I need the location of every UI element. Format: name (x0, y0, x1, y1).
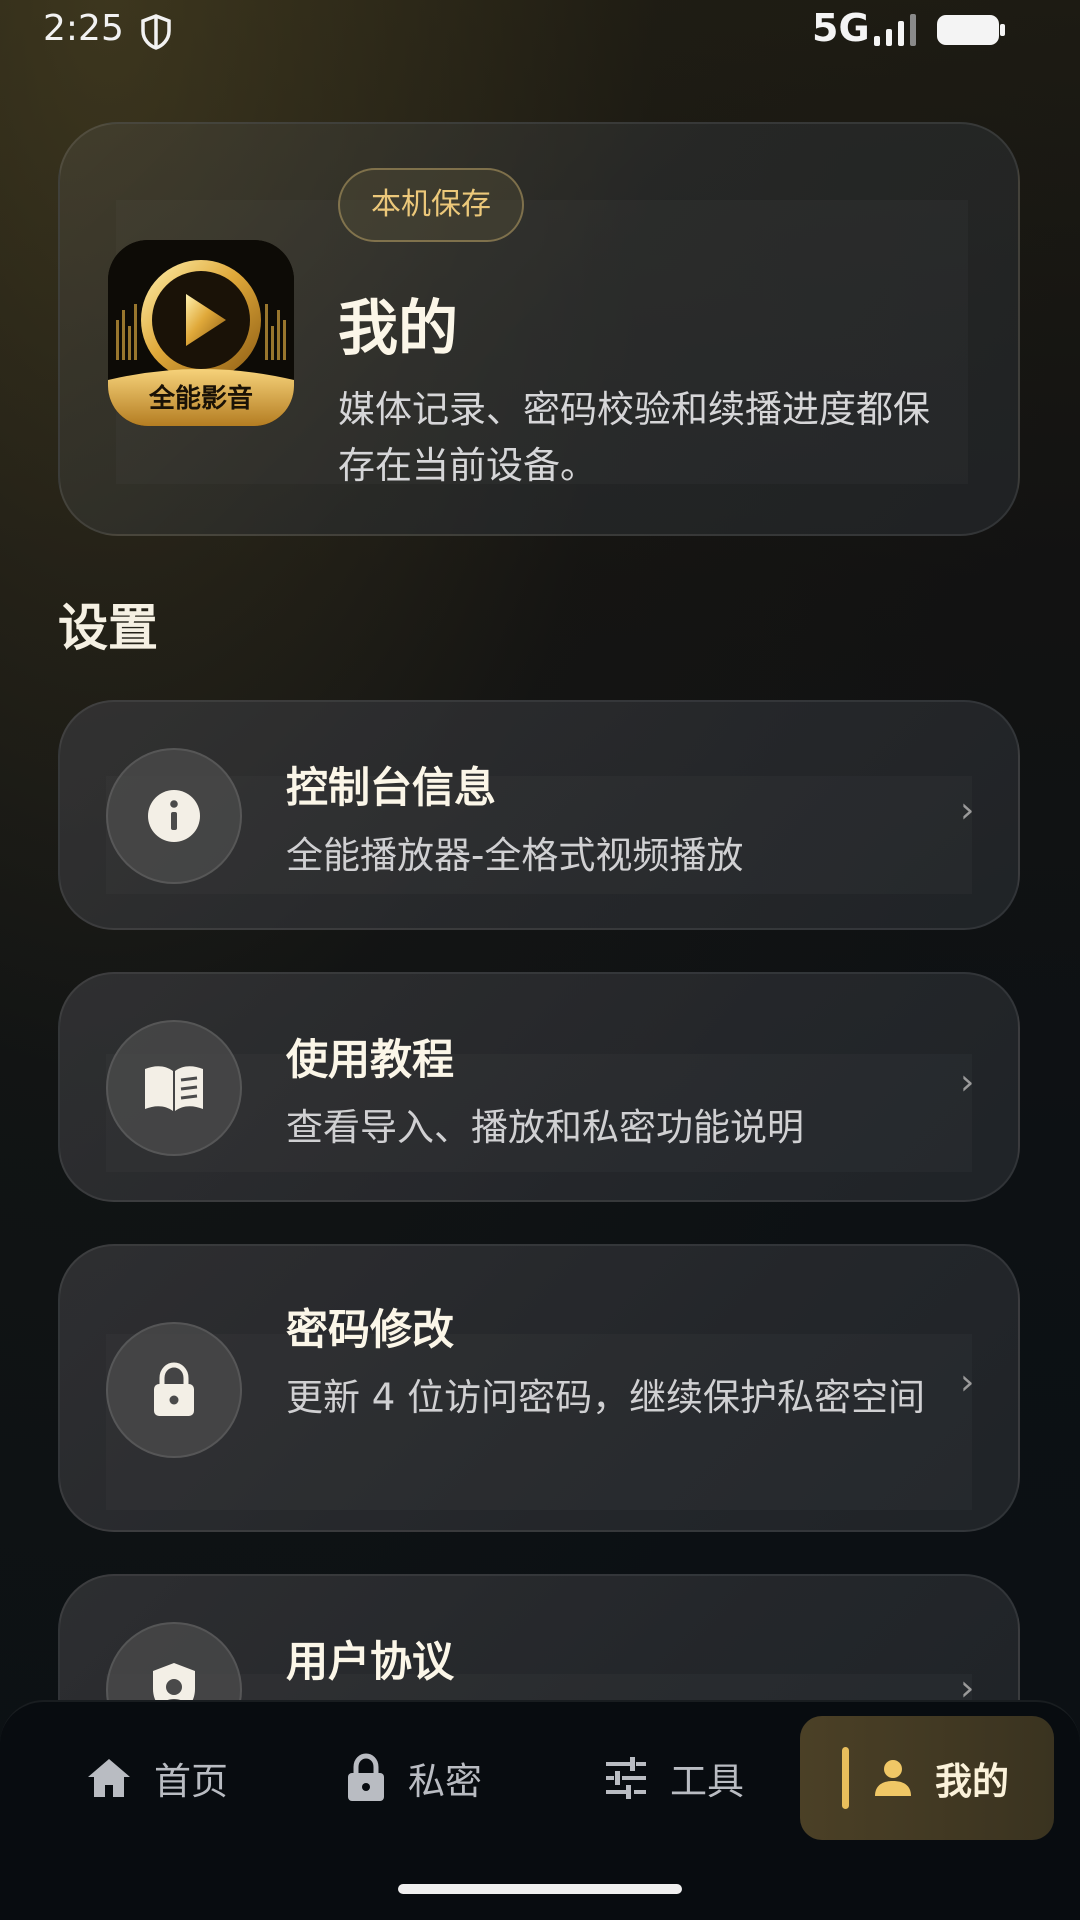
lock-icon (106, 1322, 242, 1458)
setting-title: 用户协议 (286, 1637, 455, 1686)
setting-tutorial[interactable]: 使用教程 查看导入、播放和私密功能说明 › (58, 972, 1020, 1202)
home-indicator[interactable] (398, 1884, 682, 1894)
local-storage-badge: 本机保存 (338, 168, 524, 242)
setting-subtitle: 查看导入、播放和私密功能说明 (286, 1106, 804, 1149)
setting-password-change[interactable]: 密码修改 更新 4 位访问密码，继续保护私密空间 › (58, 1244, 1020, 1532)
info-icon (106, 748, 242, 884)
app-logo: 全能影音 (108, 240, 294, 426)
chevron-right-icon: › (960, 1362, 975, 1403)
nav-label-tools: 工具 (670, 1760, 744, 1803)
profile-description: 媒体记录、密码校验和续播进度都保存在当前设备。 (338, 388, 930, 487)
signal-icon (874, 14, 916, 46)
setting-title: 控制台信息 (286, 763, 497, 812)
app-logo-text: 全能影音 (148, 384, 253, 414)
profile-title: 我的 (338, 294, 458, 364)
status-bar: 2:25 5G (0, 0, 1080, 60)
person-icon (875, 1760, 911, 1796)
nav-item-private[interactable]: 私密 (346, 1716, 482, 1840)
setting-subtitle: 全能播放器-全格式视频播放 (286, 834, 744, 877)
settings-section-title: 设置 (58, 599, 158, 657)
nav-item-tools[interactable]: 工具 (604, 1716, 744, 1840)
home-icon (88, 1759, 130, 1797)
status-time: 2:25 (43, 8, 124, 49)
nav-label-private: 私密 (408, 1760, 482, 1803)
setting-subtitle: 更新 4 位访问密码，继续保护私密空间 (286, 1376, 926, 1419)
setting-title: 密码修改 (286, 1305, 455, 1354)
sliders-icon (606, 1757, 646, 1799)
profile-card: 全能影音 本机保存 我的 媒体记录、密码校验和续播进度都保存在当前设备。 (58, 122, 1020, 536)
nav-item-home[interactable]: 首页 (86, 1716, 228, 1840)
network-type: 5G (812, 6, 870, 50)
chevron-right-icon: › (960, 1062, 975, 1103)
active-indicator (842, 1747, 849, 1809)
nav-label-mine: 我的 (935, 1760, 1009, 1803)
battery-icon (937, 15, 1005, 45)
setting-console-info[interactable]: 控制台信息 全能播放器-全格式视频播放 › (58, 700, 1020, 930)
setting-title: 使用教程 (286, 1035, 455, 1084)
nav-item-mine[interactable]: 我的 (800, 1716, 1054, 1840)
lock-icon (348, 1753, 384, 1801)
nav-label-home: 首页 (154, 1760, 228, 1803)
shield-icon (141, 14, 171, 50)
book-icon (106, 1020, 242, 1156)
chevron-right-icon: › (960, 790, 975, 831)
